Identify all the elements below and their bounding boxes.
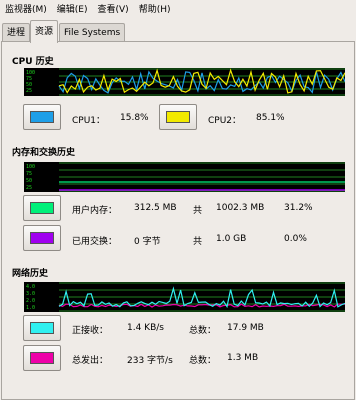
svg-text:25: 25 bbox=[26, 88, 32, 94]
cpu-history-graph: 100 75 50 25 bbox=[24, 68, 345, 96]
menu-edit[interactable]: 编辑(E) bbox=[52, 0, 93, 20]
svg-text:1.0: 1.0 bbox=[26, 305, 35, 311]
network-receive-color-swatch bbox=[30, 322, 54, 334]
menu-view[interactable]: 查看(V) bbox=[93, 0, 134, 20]
memory-graph-canvas: 1007550 25 bbox=[26, 162, 345, 192]
menu-monitor[interactable]: 监视器(M) bbox=[0, 0, 52, 20]
menu-help[interactable]: 帮助(H) bbox=[134, 0, 176, 20]
memory-history-title: 内存和交换历史 bbox=[12, 148, 76, 158]
cpu1-color-swatch bbox=[30, 111, 54, 123]
memory-percent: 31.2% bbox=[284, 203, 313, 213]
network-history-graph: 4.0 3.0 2.0 1.0 bbox=[24, 282, 345, 312]
cpu1-label: CPU1： bbox=[72, 116, 106, 126]
cpu-graph-canvas: 1007550 25 bbox=[26, 68, 345, 96]
cpu2-color-swatch bbox=[166, 111, 190, 123]
svg-text:50: 50 bbox=[26, 178, 32, 184]
cpu1-value: 15.8% bbox=[120, 113, 149, 123]
svg-text:75: 75 bbox=[26, 171, 32, 177]
svg-text:3.0: 3.0 bbox=[26, 291, 35, 297]
swap-color-button[interactable] bbox=[23, 225, 61, 251]
network-send-label: 总发出： bbox=[72, 356, 109, 366]
network-send-color-button[interactable] bbox=[23, 345, 61, 371]
network-receive-total: 17.9 MB bbox=[227, 323, 264, 333]
swap-label: 已用交换： bbox=[72, 237, 118, 247]
swap-percent: 0.0% bbox=[284, 234, 307, 244]
swap-color-swatch bbox=[30, 232, 54, 244]
network-receive-total-label: 总数： bbox=[189, 326, 217, 336]
network-receive-color-button[interactable] bbox=[23, 315, 61, 341]
memory-history-graph: 100 75 50 25 bbox=[24, 162, 345, 192]
swap-total: 1.0 GB bbox=[216, 234, 247, 244]
network-receive-label: 正接收： bbox=[72, 326, 109, 336]
memory-color-swatch bbox=[30, 202, 54, 214]
cpu1-color-button[interactable] bbox=[23, 104, 61, 130]
cpu2-value: 85.1% bbox=[256, 113, 285, 123]
network-receive-rate: 1.4 KB/s bbox=[127, 323, 164, 333]
network-send-color-swatch bbox=[30, 352, 54, 364]
swap-used: 0 字节 bbox=[134, 237, 161, 247]
memory-of: 共 bbox=[193, 206, 203, 216]
tab-file-systems[interactable]: File Systems bbox=[59, 23, 126, 42]
tab-bar: 进程 资源 File Systems bbox=[0, 20, 356, 43]
memory-label: 用户内存： bbox=[72, 206, 118, 216]
menu-bar: 监视器(M) 编辑(E) 查看(V) 帮助(H) bbox=[0, 0, 356, 20]
cpu2-label: CPU2： bbox=[208, 116, 242, 126]
cpu2-color-button[interactable] bbox=[159, 104, 197, 130]
network-send-rate: 233 字节/s bbox=[127, 356, 173, 366]
tab-processes[interactable]: 进程 bbox=[2, 23, 31, 42]
svg-text:100: 100 bbox=[26, 164, 35, 170]
swap-of: 共 bbox=[193, 237, 203, 247]
memory-total: 1002.3 MB bbox=[216, 203, 265, 213]
network-history-title: 网络历史 bbox=[12, 269, 49, 279]
svg-text:4.0: 4.0 bbox=[26, 284, 35, 290]
network-send-total-label: 总数： bbox=[189, 356, 217, 366]
cpu-history-title: CPU 历史 bbox=[12, 57, 54, 67]
network-send-total: 1.3 MB bbox=[227, 353, 259, 363]
memory-color-button[interactable] bbox=[23, 195, 61, 221]
network-graph-canvas: 4.03.02.0 1.0 bbox=[26, 282, 345, 312]
memory-used: 312.5 MB bbox=[134, 203, 177, 213]
svg-text:2.0: 2.0 bbox=[26, 298, 35, 304]
svg-text:25: 25 bbox=[26, 185, 32, 191]
resources-panel: CPU 历史 100 75 50 25 CPU1： 15.8% CPU2： 85.1… bbox=[1, 41, 355, 400]
tab-resources[interactable]: 资源 bbox=[30, 20, 59, 43]
